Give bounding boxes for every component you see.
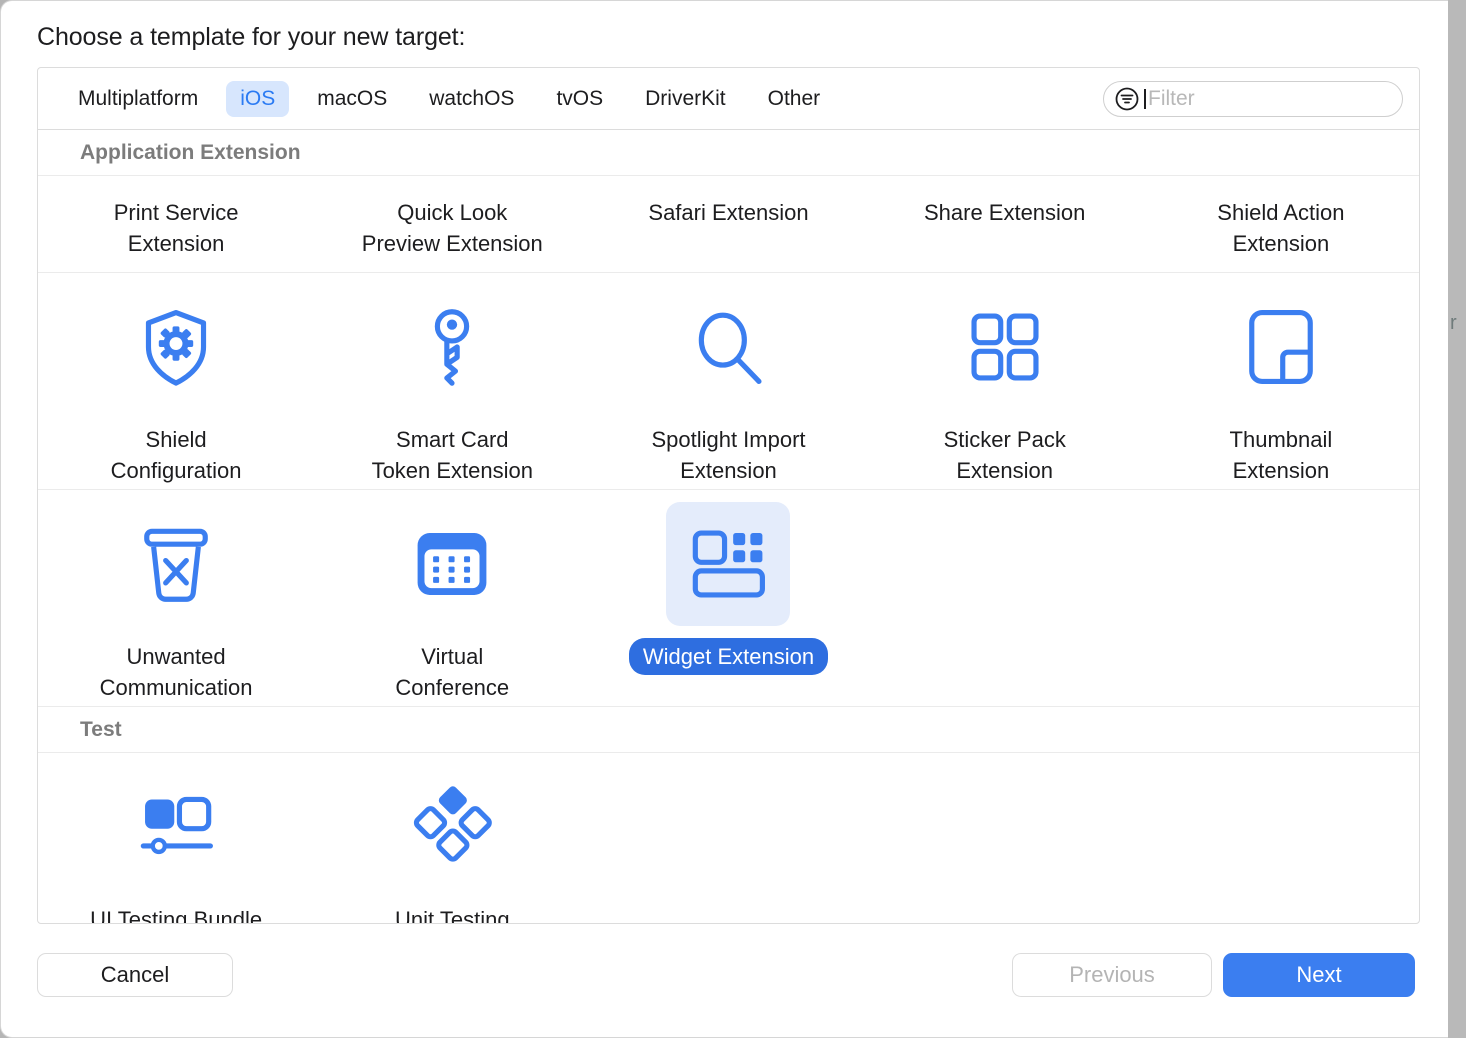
template-label: Virtual Conference bbox=[381, 638, 523, 706]
empty-icon bbox=[943, 765, 1067, 889]
template-label: Shield Configuration bbox=[97, 421, 256, 489]
template-label: Unwanted Communication bbox=[86, 638, 267, 706]
thumbnail-icon bbox=[1219, 285, 1343, 409]
template-empty bbox=[1143, 753, 1419, 924]
section-header: Application Extension bbox=[38, 130, 1419, 176]
template-chooser-dialog: Choose a template for your new target: M… bbox=[0, 0, 1448, 1038]
background-edge-text: r bbox=[1450, 312, 1457, 335]
template-ui-testing-bundle[interactable]: UI Testing Bundle bbox=[38, 753, 314, 924]
filter-icon bbox=[1114, 86, 1140, 112]
tab-watchos[interactable]: watchOS bbox=[415, 81, 528, 117]
template-unit-testing[interactable]: Unit Testing bbox=[314, 753, 590, 924]
text-caret bbox=[1144, 89, 1146, 109]
template-label: Widget Extension bbox=[629, 638, 828, 675]
template-quick-look-preview-extension[interactable]: Quick Look Preview Extension bbox=[314, 176, 590, 272]
magnifier-icon bbox=[666, 285, 790, 409]
trash-x-icon bbox=[114, 502, 238, 626]
grid-four-icon bbox=[943, 285, 1067, 409]
shield-gear-icon bbox=[114, 285, 238, 409]
template-label: Share Extension bbox=[910, 194, 1099, 231]
template-label: UI Testing Bundle bbox=[76, 901, 276, 924]
template-unwanted-communication[interactable]: Unwanted Communication bbox=[38, 490, 314, 706]
empty-icon bbox=[943, 502, 1067, 626]
template-label: Shield Action Extension bbox=[1203, 194, 1358, 262]
template-row: UI Testing Bundle Unit Testing bbox=[38, 753, 1419, 924]
template-empty bbox=[867, 753, 1143, 924]
template-label: Safari Extension bbox=[634, 194, 822, 231]
tab-tvos[interactable]: tvOS bbox=[542, 81, 617, 117]
tab-other[interactable]: Other bbox=[754, 81, 835, 117]
template-label: Print Service Extension bbox=[100, 194, 253, 262]
filter-field[interactable]: Filter bbox=[1103, 81, 1403, 117]
template-print-service-extension[interactable]: Print Service Extension bbox=[38, 176, 314, 272]
template-smart-card-token-extension[interactable]: Smart Card Token Extension bbox=[314, 273, 590, 489]
key-icon bbox=[390, 285, 514, 409]
page-title: Choose a template for your new target: bbox=[37, 23, 465, 52]
template-thumbnail-extension[interactable]: Thumbnail Extension bbox=[1143, 273, 1419, 489]
template-panel: Multiplatform iOS macOS watchOS tvOS DriverKi… bbox=[37, 67, 1420, 924]
next-button[interactable]: Next bbox=[1223, 953, 1415, 997]
cancel-button[interactable]: Cancel bbox=[37, 953, 233, 997]
empty-icon bbox=[1219, 502, 1343, 626]
platform-tab-bar: Multiplatform iOS macOS watchOS tvOS DriverKi… bbox=[38, 68, 1419, 130]
previous-button[interactable]: Previous bbox=[1012, 953, 1212, 997]
template-label: Smart Card Token Extension bbox=[358, 421, 547, 489]
template-row: Unwanted Communication Virtual Conference… bbox=[38, 490, 1419, 707]
empty-icon bbox=[1219, 765, 1343, 889]
template-label: Quick Look Preview Extension bbox=[348, 194, 557, 262]
template-label: Sticker Pack Extension bbox=[930, 421, 1080, 489]
template-scroll-area[interactable]: Application ExtensionPrint Service Exten… bbox=[38, 130, 1419, 924]
unit-testing-icon bbox=[390, 765, 514, 889]
template-row: Shield Configuration Smart Card Token Ext… bbox=[38, 273, 1419, 490]
background-edge: r bbox=[1448, 0, 1466, 1038]
template-shield-configuration[interactable]: Shield Configuration bbox=[38, 273, 314, 489]
calendar-icon bbox=[390, 502, 514, 626]
template-label: Unit Testing bbox=[381, 901, 524, 924]
ui-testing-icon bbox=[114, 765, 238, 889]
section-header: Test bbox=[38, 707, 1419, 753]
template-virtual-conference[interactable]: Virtual Conference bbox=[314, 490, 590, 706]
template-safari-extension[interactable]: Safari Extension bbox=[590, 176, 866, 272]
tab-multiplatform[interactable]: Multiplatform bbox=[64, 81, 212, 117]
template-shield-action-extension[interactable]: Shield Action Extension bbox=[1143, 176, 1419, 272]
tab-driverkit[interactable]: DriverKit bbox=[631, 81, 740, 117]
template-sticker-pack-extension[interactable]: Sticker Pack Extension bbox=[867, 273, 1143, 489]
template-label: Thumbnail Extension bbox=[1216, 421, 1347, 489]
template-empty bbox=[1143, 490, 1419, 706]
filter-placeholder: Filter bbox=[1148, 87, 1195, 111]
tab-macos[interactable]: macOS bbox=[303, 81, 401, 117]
template-share-extension[interactable]: Share Extension bbox=[867, 176, 1143, 272]
template-empty bbox=[867, 490, 1143, 706]
template-row: Print Service Extension Quick Look Previe… bbox=[38, 176, 1419, 273]
widget-icon bbox=[666, 502, 790, 626]
template-empty bbox=[590, 753, 866, 924]
empty-icon bbox=[666, 765, 790, 889]
template-widget-extension[interactable]: Widget Extension bbox=[590, 490, 866, 706]
template-label: Spotlight Import Extension bbox=[637, 421, 819, 489]
tab-ios[interactable]: iOS bbox=[226, 81, 289, 117]
template-spotlight-import-extension[interactable]: Spotlight Import Extension bbox=[590, 273, 866, 489]
